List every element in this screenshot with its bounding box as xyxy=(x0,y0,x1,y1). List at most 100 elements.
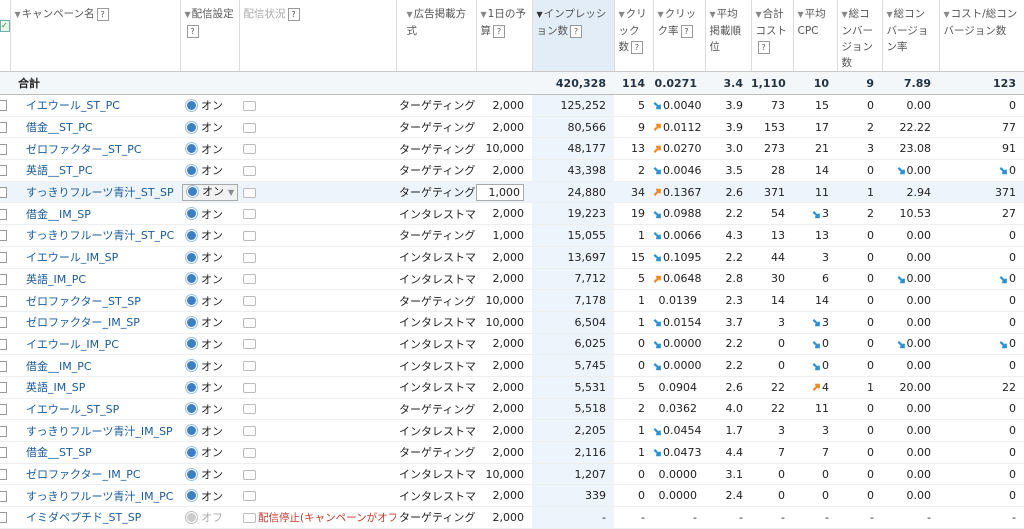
budget-cell[interactable]: 10,000 xyxy=(476,463,532,486)
comment-bubble-icon[interactable] xyxy=(243,339,256,350)
comment-bubble-icon[interactable] xyxy=(243,252,256,263)
row-checkbox[interactable] xyxy=(0,425,7,437)
help-icon[interactable]: ? xyxy=(186,24,199,38)
row-checkbox[interactable] xyxy=(0,187,7,199)
row-checkbox[interactable] xyxy=(0,512,7,524)
status-on-dot-icon[interactable] xyxy=(186,360,197,372)
table-row[interactable]: すっきりフルーツ青汁_ST_SP オン ▼ ターゲティング 1,000 24,880 34 0… xyxy=(0,181,1024,204)
delivery-setting-cell[interactable]: オン xyxy=(180,268,239,291)
status-on-dot-icon[interactable] xyxy=(186,143,197,155)
budget-cell[interactable]: 2,000 xyxy=(476,202,532,226)
comment-bubble-icon[interactable] xyxy=(243,404,256,415)
col-cost-per-conv[interactable]: ▼コスト/総コンバージョン数 xyxy=(939,0,1024,72)
delivery-setting-cell[interactable]: オン xyxy=(180,116,239,139)
budget-cell[interactable]: 2,000 xyxy=(476,376,532,399)
campaign-name-link[interactable]: イエウール_IM_PC xyxy=(10,333,180,356)
status-on-dot-icon[interactable] xyxy=(186,208,197,220)
help-icon[interactable]: ? xyxy=(287,7,300,21)
col-ad-method[interactable]: ▼広告掲載方式 xyxy=(396,0,477,72)
budget-cell[interactable]: 2,000 xyxy=(476,94,532,117)
row-checkbox[interactable] xyxy=(0,403,7,415)
row-checkbox[interactable] xyxy=(0,273,7,285)
col-budget[interactable]: ▼1日の予算? xyxy=(476,0,533,72)
campaign-name-link[interactable]: すっきりフルーツ青汁_ST_PC xyxy=(10,224,180,247)
comment-bubble-icon[interactable] xyxy=(243,274,256,285)
col-conv-rate[interactable]: ▼総コンバージョン率 xyxy=(882,0,940,72)
row-checkbox[interactable] xyxy=(0,122,7,134)
campaign-name-link[interactable]: イエウール_IM_SP xyxy=(10,246,180,269)
help-icon[interactable]: ? xyxy=(96,7,109,21)
delivery-setting-cell[interactable]: オン xyxy=(180,202,239,226)
row-checkbox[interactable] xyxy=(0,165,7,177)
help-icon[interactable]: ? xyxy=(680,24,693,38)
row-checkbox[interactable] xyxy=(0,317,7,329)
comment-bubble-icon[interactable] xyxy=(243,144,256,155)
delivery-setting-cell[interactable]: オン xyxy=(180,441,239,464)
campaign-name-link[interactable]: すっきりフルーツ青汁_ST_SP xyxy=(10,181,180,204)
delivery-setting-cell[interactable]: オン xyxy=(180,159,239,182)
campaign-name-link[interactable]: ゼロファクター_IM_SP xyxy=(10,311,180,334)
col-avg-position[interactable]: ▼平均掲載順位 xyxy=(705,0,752,72)
status-on-dot-icon[interactable] xyxy=(186,164,197,176)
delivery-setting-cell[interactable]: オン xyxy=(180,376,239,399)
table-row[interactable]: 借金__IM_PCオンインタレストマッチ2,0005,74500.00002.2… xyxy=(0,354,1024,377)
campaign-name-link[interactable]: ゼロファクター_ST_PC xyxy=(10,137,180,161)
help-icon[interactable]: ? xyxy=(757,40,770,54)
campaign-name-link[interactable]: 借金__IM_SP xyxy=(10,202,180,226)
budget-cell[interactable]: 10,000 xyxy=(476,137,532,161)
col-conversions[interactable]: ▼総コンバージョン数 xyxy=(837,0,883,72)
budget-cell[interactable]: 1,000 xyxy=(476,224,532,247)
comment-bubble-icon[interactable] xyxy=(243,382,256,393)
row-checkbox[interactable] xyxy=(0,143,7,155)
budget-cell[interactable]: 2,000 xyxy=(476,506,532,529)
campaign-name-link[interactable]: 借金__ST_PC xyxy=(10,116,180,139)
status-on-dot-icon[interactable] xyxy=(186,295,197,307)
delivery-setting-cell[interactable]: オン xyxy=(180,137,239,161)
comment-bubble-icon[interactable] xyxy=(243,100,256,111)
budget-cell[interactable]: 2,000 xyxy=(476,441,532,464)
delivery-setting-cell[interactable]: オン xyxy=(180,311,239,334)
delivery-setting-cell[interactable]: オン ▼ xyxy=(180,181,239,204)
budget-cell[interactable]: 2,000 xyxy=(476,354,532,377)
delivery-setting-cell[interactable]: オン xyxy=(180,463,239,486)
status-on-dot-icon[interactable] xyxy=(186,446,197,458)
delivery-setting-cell[interactable]: オン xyxy=(180,224,239,247)
comment-bubble-icon[interactable] xyxy=(243,469,256,480)
status-on-dot-icon[interactable] xyxy=(186,490,197,502)
table-row[interactable]: 借金__ST_PC オン ターゲティング 2,000 80,566 9 0.0112 3.9 1… xyxy=(0,116,1024,139)
comment-bubble-icon[interactable] xyxy=(243,296,256,307)
table-row[interactable]: 英語__ST_PC オン ターゲティング 2,000 43,398 2 0.0046 3.5 2… xyxy=(0,159,1024,182)
status-on-dot-icon[interactable] xyxy=(186,273,197,285)
table-row[interactable]: イミダペプチド_ST_SP オフ 配信停止(キャンペーンがオフ) ターゲティング 2,0… xyxy=(0,506,1024,529)
row-checkbox[interactable] xyxy=(0,338,7,350)
row-checkbox[interactable] xyxy=(0,230,7,242)
budget-cell[interactable]: 2,000 xyxy=(476,246,532,269)
col-impressions[interactable]: ▼インプレッション数? xyxy=(532,0,615,72)
campaign-name-link[interactable]: イエウール_ST_SP xyxy=(10,398,180,421)
status-on-dot-icon[interactable] xyxy=(186,425,197,437)
budget-cell[interactable]: 10,000 xyxy=(476,311,532,334)
table-row[interactable]: イエウール_IM_PCオンインタレストマッチ2,0006,02500.00002… xyxy=(0,333,1024,356)
table-row[interactable]: ゼロファクター_ST_SP オン ターゲティング 10,000 7,178 1 0.0139… xyxy=(0,289,1024,312)
status-on-dot-icon[interactable] xyxy=(186,403,197,415)
col-ctr[interactable]: ▼クリック率? xyxy=(653,0,706,72)
status-dropdown[interactable]: オン ▼ xyxy=(182,183,239,201)
campaign-name-link[interactable]: 借金__IM_PC xyxy=(10,354,180,377)
table-row[interactable]: 借金__IM_SPオンインタレストマッチ2,00019,223190.09882… xyxy=(0,202,1024,226)
budget-cell[interactable]: 2,000 xyxy=(476,398,532,421)
delivery-setting-cell[interactable]: オン xyxy=(180,289,239,312)
table-row[interactable]: 英語_IM_PCオン インタレストマッチ2,0007,71250.06482.83… xyxy=(0,268,1024,291)
campaign-name-link[interactable]: 英語__ST_PC xyxy=(10,159,180,182)
col-total-cost[interactable]: ▼合計コスト? xyxy=(751,0,794,72)
table-row[interactable]: すっきりフルーツ青汁_ST_PC オン ターゲティング 1,000 15,055 1 0.0… xyxy=(0,224,1024,247)
campaign-name-link[interactable]: 英語_IM_SP xyxy=(10,376,180,399)
status-off-dot-icon[interactable] xyxy=(186,511,197,523)
select-all-checkbox[interactable]: ✓ xyxy=(0,20,9,32)
help-icon[interactable]: ? xyxy=(493,24,505,38)
table-row[interactable]: ゼロファクター_IM_PCオンインタレストマッチ10,0001,20700.00… xyxy=(0,463,1024,486)
status-on-dot-icon[interactable] xyxy=(186,251,197,263)
delivery-setting-cell[interactable]: オン xyxy=(180,333,239,356)
status-on-dot-icon[interactable] xyxy=(186,99,197,111)
delivery-setting-cell[interactable]: オン xyxy=(180,246,239,269)
row-checkbox[interactable] xyxy=(0,100,7,112)
